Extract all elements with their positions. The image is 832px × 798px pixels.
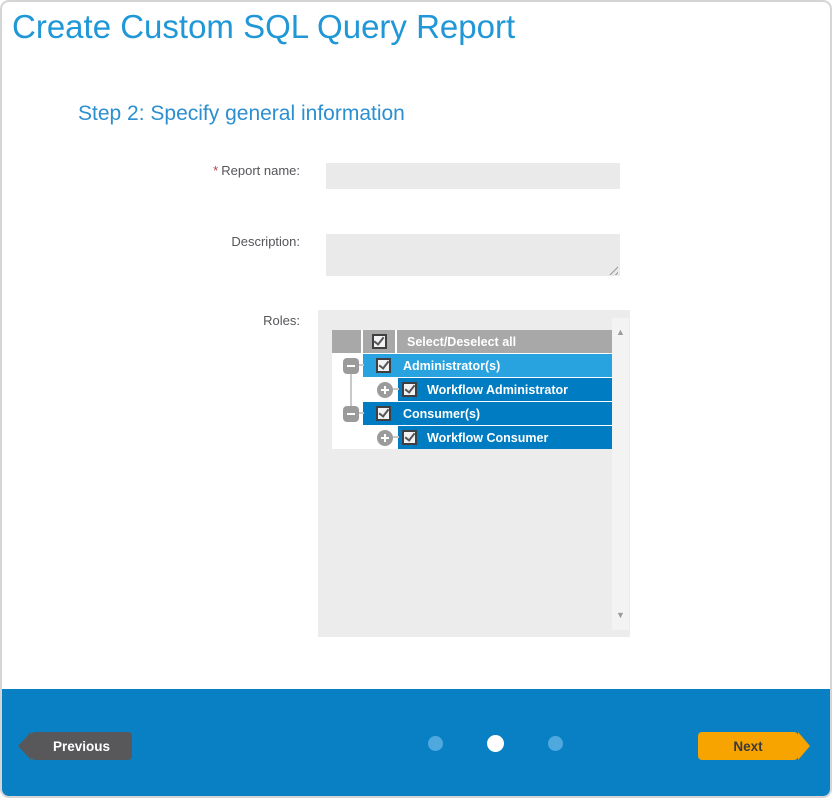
check-icon [378, 406, 389, 418]
check-icon [374, 334, 385, 346]
select-all-checkbox[interactable] [372, 334, 387, 349]
roles-scrollbar[interactable]: ▲ ▼ [612, 318, 629, 630]
previous-button[interactable]: Previous [31, 732, 132, 760]
workflow-consumer-label: Workflow Consumer [427, 431, 548, 445]
header-checkbox-cell [363, 330, 395, 353]
report-name-label-text: Report name: [221, 163, 300, 178]
expand-icon[interactable] [377, 430, 393, 446]
row-bar[interactable]: Consumer(s) [363, 402, 612, 425]
roles-panel: Select/Deselect all Administrator(s) [318, 310, 630, 637]
step-dot-3[interactable] [548, 736, 563, 751]
footer-bar: Previous Next [2, 689, 830, 796]
roles-label-text: Roles: [263, 313, 300, 328]
check-icon [378, 358, 389, 370]
check-icon [404, 382, 415, 394]
row-indent [332, 378, 398, 401]
consumers-checkbox[interactable] [376, 406, 391, 421]
row-indent [332, 354, 363, 377]
administrators-checkbox[interactable] [376, 358, 391, 373]
row-indent [332, 426, 398, 449]
left-arrow-icon [18, 732, 31, 760]
previous-button-label: Previous [53, 739, 110, 754]
header-label-cell: Select/Deselect all [397, 330, 612, 353]
tree-row-workflow-consumer[interactable]: Workflow Consumer [332, 426, 612, 449]
required-asterisk: * [213, 163, 218, 178]
step-dot-1[interactable] [428, 736, 443, 751]
wizard-window: Create Custom SQL Query Report Step 2: S… [0, 0, 832, 798]
select-all-label: Select/Deselect all [407, 335, 516, 349]
description-label: Description: [2, 234, 300, 249]
row-bar[interactable]: Workflow Consumer [398, 426, 612, 449]
description-input[interactable] [326, 234, 620, 276]
roles-label: Roles: [2, 313, 300, 328]
collapse-icon[interactable] [343, 358, 359, 374]
expand-icon[interactable] [377, 382, 393, 398]
report-name-label: *Report name: [2, 163, 300, 178]
next-button[interactable]: Next [698, 732, 798, 760]
row-bar[interactable]: Workflow Administrator [398, 378, 612, 401]
roles-tree: Select/Deselect all Administrator(s) [332, 330, 612, 449]
administrators-label: Administrator(s) [403, 359, 500, 373]
tree-row-workflow-administrator[interactable]: Workflow Administrator [332, 378, 612, 401]
row-indent [332, 402, 363, 425]
tree-header-row: Select/Deselect all [332, 330, 612, 353]
consumers-label: Consumer(s) [403, 407, 480, 421]
page-title: Create Custom SQL Query Report [12, 8, 515, 46]
row-bar[interactable]: Administrator(s) [363, 354, 612, 377]
workflow-administrator-label: Workflow Administrator [427, 383, 568, 397]
workflow-administrator-checkbox[interactable] [402, 382, 417, 397]
next-button-label: Next [733, 739, 762, 754]
collapse-icon[interactable] [343, 406, 359, 422]
step-dot-2-active[interactable] [487, 735, 504, 752]
scroll-up-icon[interactable]: ▲ [612, 328, 629, 337]
right-arrow-icon [798, 732, 810, 760]
step-heading: Step 2: Specify general information [78, 102, 405, 126]
tree-row-administrators[interactable]: Administrator(s) [332, 354, 612, 377]
scroll-down-icon[interactable]: ▼ [612, 611, 629, 620]
report-name-input[interactable] [326, 163, 620, 189]
check-icon [404, 430, 415, 442]
workflow-consumer-checkbox[interactable] [402, 430, 417, 445]
header-indent-cell [332, 330, 361, 353]
description-label-text: Description: [231, 234, 300, 249]
tree-row-consumers[interactable]: Consumer(s) [332, 402, 612, 425]
wizard-step-dots [428, 735, 563, 752]
